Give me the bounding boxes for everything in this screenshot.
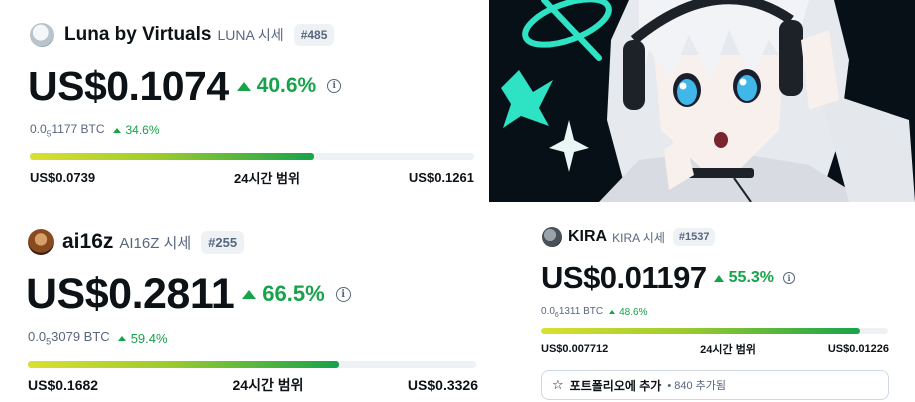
range-bar bbox=[28, 361, 476, 368]
btc-price: 0.061311 BTC bbox=[541, 305, 604, 319]
add-to-portfolio-button[interactable]: ☆ 포트폴리오에 추가 • 840 추가됨 bbox=[541, 370, 889, 400]
range-low: US$0.1682 bbox=[28, 377, 99, 393]
price-change-value: 66.5% bbox=[262, 281, 325, 306]
range-low: US$0.0739 bbox=[30, 169, 96, 185]
kira-header: KIRA KIRA 시세 #1537 bbox=[542, 226, 716, 248]
anime-character-illustration bbox=[501, 0, 915, 202]
range-bar-fill bbox=[28, 361, 340, 368]
btc-change: 59.4% bbox=[117, 330, 168, 346]
ai16z-card: ai16z AI16Z 시세 #255 US$0.2811 66.5% i 0.… bbox=[0, 210, 488, 402]
rank-badge: #255 bbox=[201, 230, 245, 254]
triangle-up-icon bbox=[117, 335, 126, 341]
range-label: 24시간 범위 bbox=[232, 377, 304, 393]
triangle-up-icon bbox=[609, 310, 616, 314]
rank-badge: #485 bbox=[293, 24, 335, 46]
info-circle-icon[interactable]: i bbox=[335, 286, 351, 302]
ai16z-header: ai16z AI16Z 시세 #255 bbox=[28, 228, 245, 256]
kira-price-row: US$0.01197 55.3% i bbox=[541, 260, 796, 296]
triangle-up-icon bbox=[242, 289, 257, 299]
add-to-portfolio-label: 포트폴리오에 추가 bbox=[569, 378, 662, 393]
range-high: US$0.01226 bbox=[827, 343, 889, 355]
portfolio-count: • 840 추가됨 bbox=[667, 380, 727, 392]
price-change: 66.5% bbox=[242, 281, 325, 307]
range-bar-fill bbox=[541, 328, 861, 334]
kira-btc-row: 0.061311 BTC 48.6% bbox=[541, 304, 647, 320]
btc-change: 48.6% bbox=[609, 307, 647, 318]
btc-change-value: 48.6% bbox=[619, 306, 648, 318]
btc-price: 0.051177 BTC bbox=[30, 121, 105, 139]
triangle-up-icon bbox=[236, 81, 251, 91]
range-high: US$0.3326 bbox=[407, 377, 478, 393]
kira-card: KIRA KIRA 시세 #1537 US$0.01197 55.3% i 0.… bbox=[489, 210, 915, 402]
range-labels: US$0.1682 24시간 범위 US$0.3326 bbox=[28, 375, 478, 395]
luna-avatar bbox=[30, 23, 54, 47]
portfolio-count-value: 840 추가됨 bbox=[674, 380, 727, 392]
price-change-value: 40.6% bbox=[256, 74, 317, 97]
price-value: US$0.01197 bbox=[541, 260, 707, 295]
btc-change: 34.6% bbox=[112, 123, 160, 137]
range-high: US$0.1261 bbox=[408, 169, 474, 185]
price-change-value: 55.3% bbox=[728, 269, 775, 286]
ai16z-btc-row: 0.053079 BTC 59.4% bbox=[28, 329, 168, 347]
coin-symbol-label: AI16Z 시세 bbox=[119, 234, 192, 252]
info-circle-icon[interactable]: i bbox=[783, 272, 796, 284]
star-outline-icon: ☆ bbox=[552, 377, 564, 392]
luna-btc-row: 0.051177 BTC 34.6% bbox=[30, 121, 160, 139]
triangle-up-icon bbox=[112, 127, 121, 133]
price-change: 40.6% bbox=[236, 74, 317, 98]
luna-card: Luna by Virtuals LUNA 시세 #485 US$0.1074 … bbox=[0, 0, 488, 200]
coin-name: ai16z bbox=[62, 230, 114, 253]
ai16z-avatar bbox=[28, 229, 54, 255]
price-value: US$0.2811 bbox=[26, 269, 235, 318]
luna-header: Luna by Virtuals LUNA 시세 #485 bbox=[30, 22, 335, 48]
coin-symbol-label: KIRA 시세 bbox=[612, 230, 665, 245]
range-labels: US$0.0739 24시간 범위 US$0.1261 bbox=[30, 168, 474, 186]
price-change: 55.3% bbox=[713, 269, 775, 287]
range-label: 24시간 범위 bbox=[700, 344, 756, 356]
luna-price-row: US$0.1074 40.6% i bbox=[28, 62, 342, 110]
btc-price: 0.053079 BTC bbox=[28, 329, 110, 347]
range-bar-fill bbox=[30, 153, 315, 160]
range-bar bbox=[541, 328, 888, 334]
btc-change-value: 59.4% bbox=[130, 330, 168, 346]
price-value: US$0.1074 bbox=[28, 62, 229, 109]
range-labels: US$0.007712 24시간 범위 US$0.01226 bbox=[541, 341, 889, 357]
kira-avatar bbox=[542, 227, 562, 247]
btc-change-value: 34.6% bbox=[125, 123, 160, 137]
range-low: US$0.007712 bbox=[541, 343, 609, 355]
triangle-up-icon bbox=[713, 274, 724, 282]
rank-badge: #1537 bbox=[672, 228, 716, 246]
range-label: 24시간 범위 bbox=[234, 170, 300, 186]
coin-symbol-label: LUNA 시세 bbox=[217, 27, 284, 43]
info-circle-icon[interactable]: i bbox=[327, 79, 342, 93]
ai16z-price-row: US$0.2811 66.5% i bbox=[26, 268, 351, 320]
coin-name: Luna by Virtuals bbox=[64, 24, 212, 45]
range-bar bbox=[30, 153, 474, 160]
coin-name: KIRA bbox=[568, 228, 608, 245]
luna-character-artwork bbox=[489, 0, 915, 202]
